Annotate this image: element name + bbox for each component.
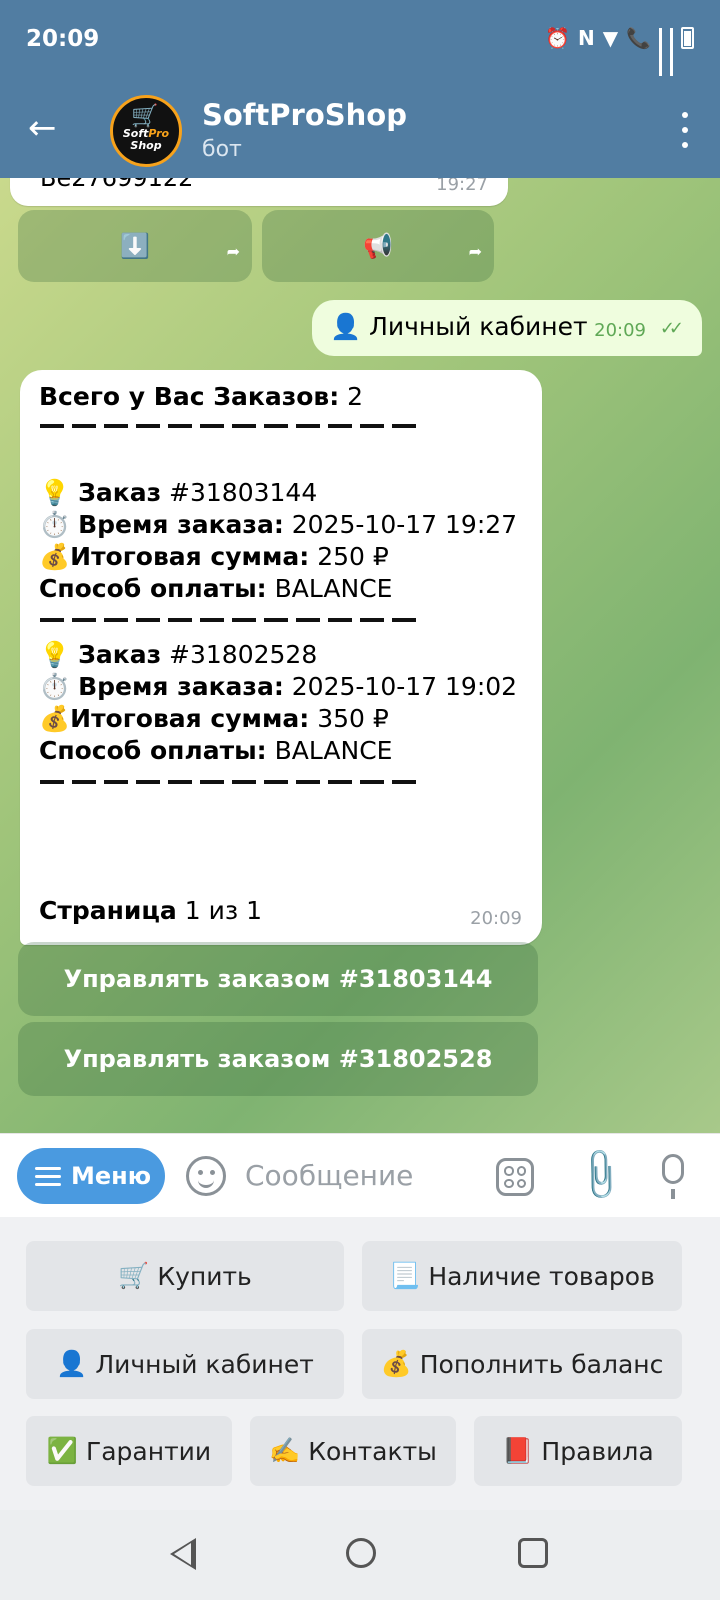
menu-button[interactable]: Меню xyxy=(17,1148,165,1204)
checkmark-icon: ✅ xyxy=(46,1436,78,1465)
read-checkmarks-icon: ✓✓ xyxy=(659,318,684,339)
manage-order-31802528-button[interactable]: Управлять заказом #31802528 xyxy=(18,1022,538,1096)
money-bag-icon: 💰 xyxy=(380,1349,412,1378)
attach-icon[interactable]: 📎 xyxy=(570,1145,631,1205)
user-icon: 👤 xyxy=(56,1349,88,1378)
outgoing-message-text: 👤 Личный кабинет xyxy=(330,312,588,341)
battery-icon xyxy=(681,27,694,49)
status-icons: ⏰ N ▼ 📞 xyxy=(545,26,694,76)
app-bar: 20:09 ⏰ N ▼ 📞 ← 🛒 SoftPro Shop SoftProSh… xyxy=(0,0,720,178)
system-nav-bar xyxy=(0,1510,720,1600)
wifi-calling-icon: 📞 xyxy=(626,26,651,50)
avatar-logo-text: SoftPro Shop xyxy=(122,127,170,152)
personal-cabinet-button[interactable]: 👤 Личный кабинет xyxy=(26,1329,344,1399)
nav-back-icon[interactable] xyxy=(170,1538,196,1570)
message-input-bar: Меню Сообщение 📎 xyxy=(0,1133,720,1217)
cart-icon: 🛒 xyxy=(118,1261,150,1290)
writing-hand-icon: ✍️ xyxy=(269,1436,301,1465)
microphone-icon[interactable] xyxy=(662,1154,684,1199)
share-arrow-icon: ➦ xyxy=(468,242,482,261)
nfc-icon: N xyxy=(577,26,595,50)
manage-order-31803144-button[interactable]: Управлять заказом #31803144 xyxy=(18,942,538,1016)
document-icon: 📃 xyxy=(389,1261,421,1290)
buy-button[interactable]: 🛒 Купить xyxy=(26,1241,344,1311)
divider xyxy=(40,610,430,630)
total-orders-line: Всего у Вас Заказов: 2 xyxy=(39,382,364,411)
order-1-payment-line: Способ оплаты: BALANCE xyxy=(39,574,393,603)
download-icon: ⬇️ xyxy=(120,232,150,260)
chat-title[interactable]: SoftProShop xyxy=(202,98,407,132)
order-2-sum-line: 💰Итоговая сумма: 350 ₽ xyxy=(39,704,389,733)
bot-keyboard-icon[interactable] xyxy=(496,1158,534,1196)
stopwatch-icon: ⏱️ xyxy=(39,510,71,539)
download-button[interactable]: ⬇️ ➦ xyxy=(18,210,252,282)
bulb-icon: 💡 xyxy=(39,640,71,669)
nav-home-icon[interactable] xyxy=(346,1538,376,1568)
page-indicator-line: Страница 1 из 1 xyxy=(39,896,262,925)
reply-keyboard: 🛒 Купить 📃 Наличие товаров 👤 Личный каби… xyxy=(0,1217,720,1510)
money-bag-icon: 💰 xyxy=(39,542,71,571)
more-vertical-icon[interactable] xyxy=(680,112,690,148)
nav-recents-icon[interactable] xyxy=(518,1538,548,1568)
orders-message: Всего у Вас Заказов: 2 💡 Заказ #31803144… xyxy=(20,370,542,945)
message-input[interactable]: Сообщение xyxy=(245,1159,413,1192)
megaphone-icon: 📢 xyxy=(363,232,393,260)
previous-message-time: 19:27 xyxy=(436,178,488,195)
emoji-icon[interactable] xyxy=(186,1156,226,1196)
order-2-number-line: 💡 Заказ #31802528 xyxy=(39,640,318,669)
bulb-icon: 💡 xyxy=(39,478,71,507)
back-arrow-icon[interactable]: ← xyxy=(28,108,68,148)
previous-message-text: Be27699122 xyxy=(40,178,194,192)
order-1-number-line: 💡 Заказ #31803144 xyxy=(39,478,318,507)
stopwatch-icon: ⏱️ xyxy=(39,672,71,701)
share-arrow-icon: ➦ xyxy=(226,242,240,261)
rules-button[interactable]: 📕 Правила xyxy=(474,1416,682,1486)
outgoing-message-time: 20:09 xyxy=(594,320,646,341)
divider xyxy=(40,416,430,436)
order-1-sum-line: 💰Итоговая сумма: 250 ₽ xyxy=(39,542,389,571)
announce-button[interactable]: 📢 ➦ xyxy=(262,210,494,282)
cart-logo-icon: 🛒 xyxy=(131,104,159,129)
book-icon: 📕 xyxy=(502,1436,534,1465)
money-bag-icon: 💰 xyxy=(39,704,71,733)
signal-icon xyxy=(659,28,662,76)
topup-balance-button[interactable]: 💰 Пополнить баланс xyxy=(362,1329,682,1399)
orders-message-time: 20:09 xyxy=(470,908,522,929)
order-1-time-line: ⏱️ Время заказа: 2025-10-17 19:27 xyxy=(39,510,518,539)
alarm-icon: ⏰ xyxy=(545,26,570,50)
chat-area[interactable]: Be27699122 19:27 ⬇️ ➦ 📢 ➦ 👤 Личный кабин… xyxy=(0,178,720,1133)
stock-button[interactable]: 📃 Наличие товаров xyxy=(362,1241,682,1311)
wifi-icon: ▼ xyxy=(602,26,619,50)
signal-2-icon xyxy=(670,28,673,76)
menu-button-label: Меню xyxy=(71,1162,152,1190)
chat-subtitle: бот xyxy=(202,137,242,162)
hamburger-icon xyxy=(35,1166,61,1186)
guarantees-button[interactable]: ✅ Гарантии xyxy=(26,1416,232,1486)
outgoing-message: 👤 Личный кабинет 20:09 ✓✓ xyxy=(312,300,702,356)
order-2-time-line: ⏱️ Время заказа: 2025-10-17 19:02 xyxy=(39,672,518,701)
order-2-payment-line: Способ оплаты: BALANCE xyxy=(39,736,393,765)
previous-message: Be27699122 19:27 xyxy=(10,178,508,206)
status-bar: 20:09 ⏰ N ▼ 📞 xyxy=(0,0,720,82)
bot-avatar[interactable]: 🛒 SoftPro Shop xyxy=(110,95,182,167)
divider xyxy=(40,772,430,792)
contacts-button[interactable]: ✍️ Контакты xyxy=(250,1416,456,1486)
status-time: 20:09 xyxy=(26,26,100,52)
